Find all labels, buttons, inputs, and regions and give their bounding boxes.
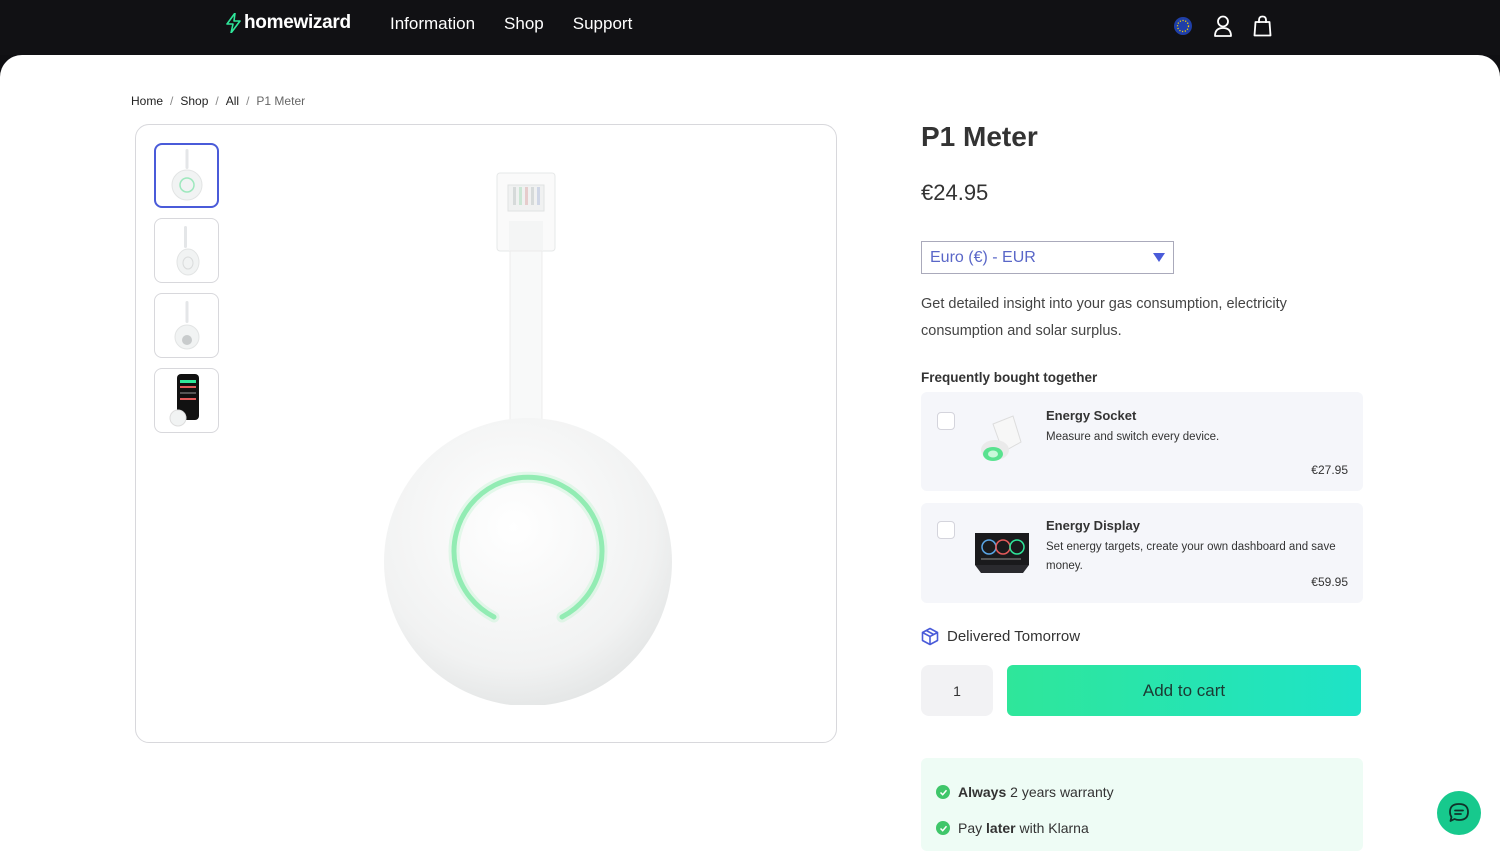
perk-bold: Always — [958, 784, 1007, 800]
energy-socket-image — [973, 410, 1031, 468]
top-navbar: homewizard Information Shop Support — [0, 0, 1500, 55]
eu-flag-icon[interactable] — [1172, 15, 1193, 37]
breadcrumb-all[interactable]: All — [226, 94, 239, 108]
lightning-icon — [226, 13, 241, 33]
breadcrumb-separator: / — [170, 94, 174, 108]
account-icon[interactable] — [1212, 15, 1233, 37]
fbt-product-price: €27.95 — [1311, 463, 1348, 477]
breadcrumb-separator: / — [246, 94, 250, 108]
frequently-bought-title: Frequently bought together — [921, 370, 1098, 385]
perk-klarna: Pay later with Klarna — [936, 820, 1089, 836]
fbt-product-name: Energy Display — [1046, 518, 1140, 533]
thumbnail-side[interactable] — [154, 218, 219, 283]
currency-selected-value: Euro (€) - EUR — [930, 248, 1036, 266]
check-icon — [936, 821, 950, 835]
breadcrumb-separator: / — [215, 94, 219, 108]
breadcrumb: Home / Shop / All / P1 Meter — [131, 94, 305, 108]
perk-bold: later — [986, 820, 1016, 836]
product-price: €24.95 — [921, 180, 989, 205]
delivery-text: Delivered Tomorrow — [947, 628, 1081, 645]
fbt-product-desc: Measure and switch every device. — [1046, 431, 1220, 443]
quantity-input[interactable]: 1 — [921, 665, 993, 716]
perk-warranty: Always 2 years warranty — [936, 784, 1114, 800]
check-icon — [936, 785, 950, 799]
fbt-checkbox[interactable] — [937, 412, 955, 430]
brand-name: homewizard — [244, 12, 351, 33]
nav-shop[interactable]: Shop — [504, 14, 544, 34]
fbt-card-energy-display[interactable]: Energy Display Set energy targets, creat… — [921, 503, 1363, 603]
fbt-checkbox[interactable] — [937, 521, 955, 539]
thumbnail-front[interactable] — [154, 143, 219, 208]
perk-pre: Pay — [958, 820, 987, 836]
thumbnail-list — [154, 143, 219, 433]
fbt-product-name: Energy Socket — [1046, 408, 1137, 423]
fbt-card-energy-socket[interactable]: Energy Socket Measure and switch every d… — [921, 392, 1363, 491]
fbt-product-desc: Set energy targets, create your own dash… — [1046, 541, 1336, 572]
brand-logo[interactable]: homewizard — [226, 12, 351, 34]
add-to-cart-button[interactable]: Add to cart — [1007, 665, 1361, 716]
energy-display-image — [973, 523, 1031, 581]
thumbnail-app[interactable] — [154, 368, 219, 433]
box-icon — [921, 627, 939, 646]
nav-information[interactable]: Information — [390, 14, 475, 34]
nav-support[interactable]: Support — [573, 14, 633, 34]
product-title: P1 Meter — [921, 121, 1038, 152]
perk-rest: with Klarna — [1015, 820, 1089, 836]
perk-text: Always 2 years warranty — [958, 784, 1114, 800]
add-to-cart-label: Add to cart — [1142, 680, 1226, 700]
delivery-info: Delivered Tomorrow — [921, 627, 1080, 646]
breadcrumb-shop[interactable]: Shop — [180, 94, 208, 108]
cart-bag-icon[interactable] — [1252, 15, 1273, 37]
perks-box: Always 2 years warranty Pay later with K… — [921, 758, 1363, 851]
product-gallery — [135, 124, 837, 743]
chat-bubble-icon — [1449, 803, 1469, 822]
fbt-product-price: €59.95 — [1311, 575, 1348, 589]
nav-icons — [1172, 15, 1273, 37]
product-description: Get detailed insight into your gas consu… — [921, 296, 1287, 339]
breadcrumb-home[interactable]: Home — [131, 94, 163, 108]
thumbnail-back[interactable] — [154, 293, 219, 358]
product-main-image — [376, 165, 676, 706]
main-nav: Information Shop Support — [390, 14, 632, 34]
chat-button[interactable] — [1437, 791, 1481, 835]
perk-rest: 2 years warranty — [1006, 784, 1114, 800]
currency-select[interactable]: Euro (€) - EUR — [921, 241, 1174, 274]
page-content: Home / Shop / All / P1 Meter P1 Meter €2… — [0, 55, 1500, 851]
dropdown-arrow-icon — [1153, 253, 1165, 262]
breadcrumb-current: P1 Meter — [256, 94, 306, 108]
perk-text: Pay later with Klarna — [958, 820, 1089, 836]
